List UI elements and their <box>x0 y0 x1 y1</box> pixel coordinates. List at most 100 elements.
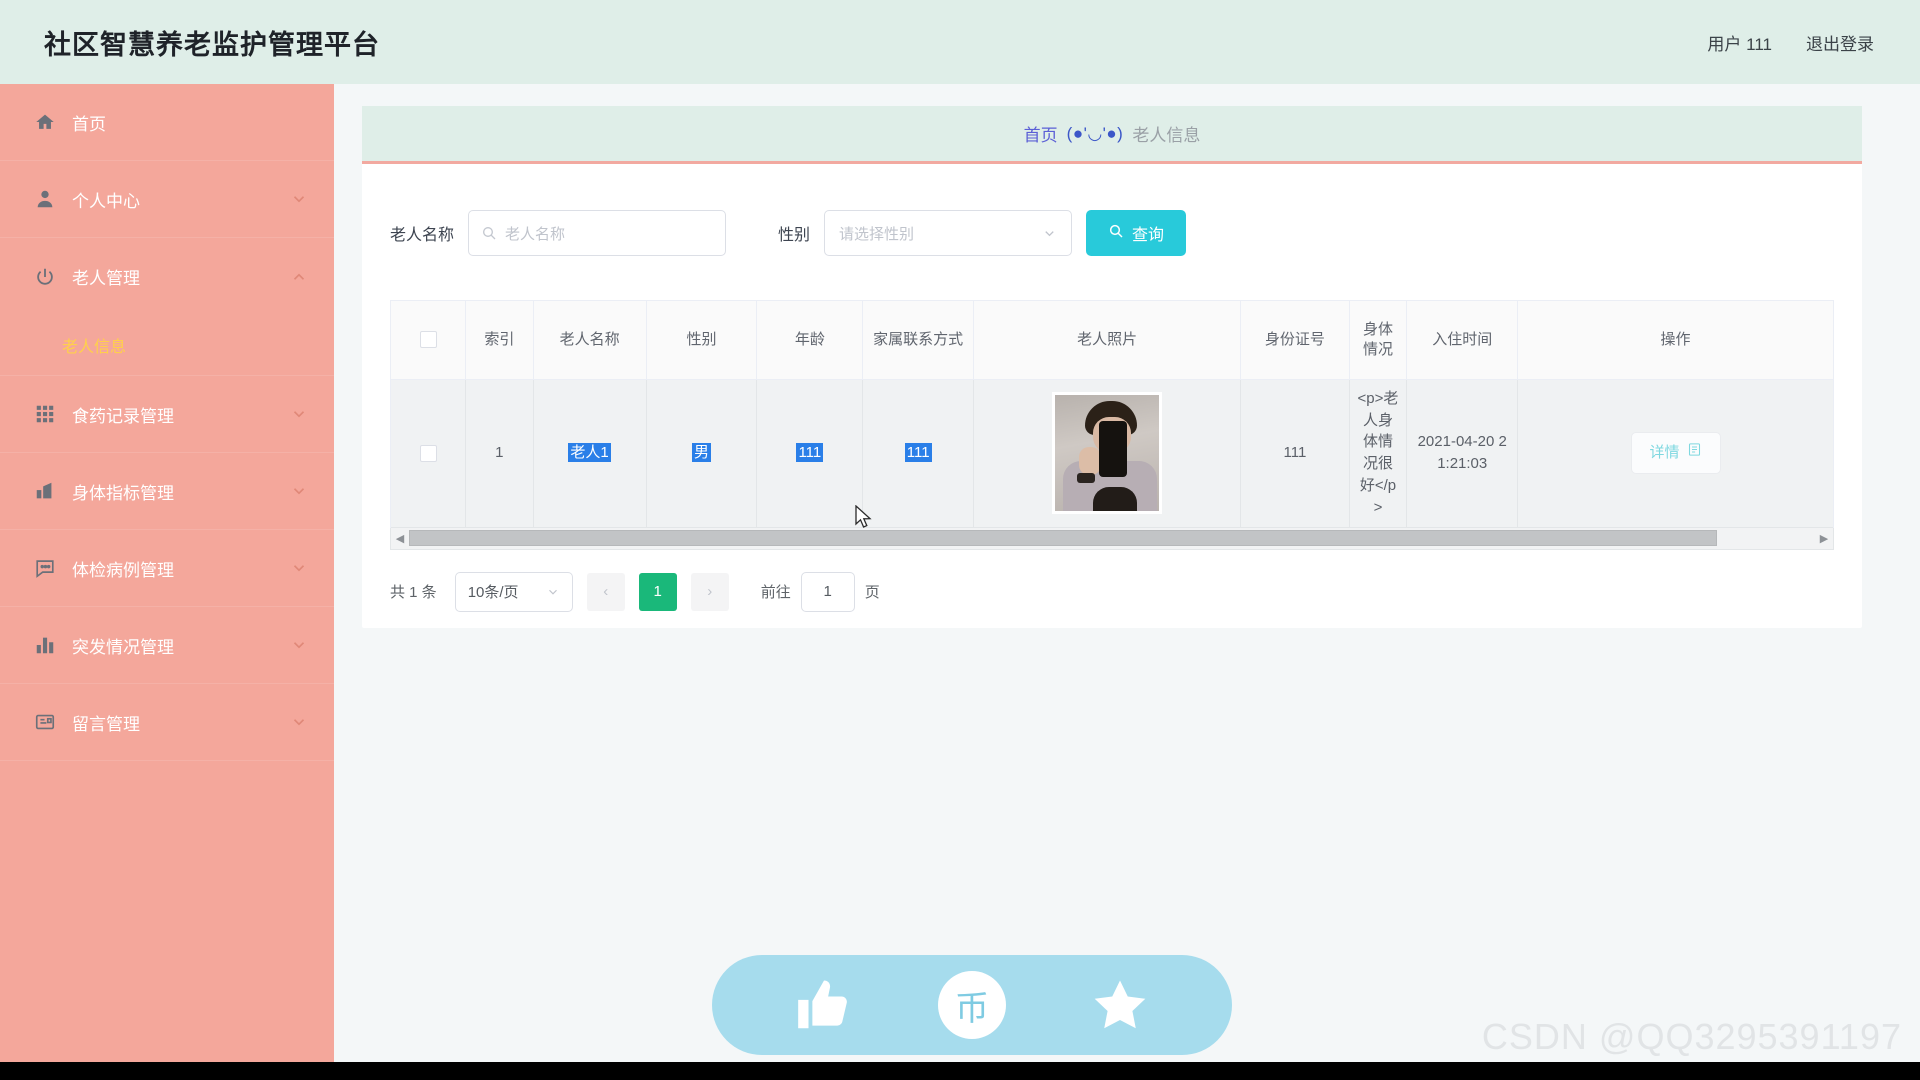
sidebar-item-label: 食药记录管理 <box>72 406 174 426</box>
cell-name: 老人1 <box>533 379 647 528</box>
comment-icon <box>34 557 56 579</box>
sidebar-item-label: 老人管理 <box>72 269 140 288</box>
detail-button-label: 详情 <box>1649 444 1680 462</box>
watermark: CSDN @QQ3295391197 <box>1481 1016 1902 1057</box>
breadcrumb-home-link[interactable]: 首页 <box>1024 121 1058 146</box>
thumbs-up-icon[interactable] <box>793 974 855 1036</box>
star-icon[interactable] <box>1089 974 1151 1036</box>
table-header-index: 索引 <box>465 301 534 380</box>
current-user-label[interactable]: 用户 111 <box>1707 30 1772 55</box>
cell-id-number: 111 <box>1240 379 1350 528</box>
sidebar-item-home[interactable]: 首页 <box>0 84 334 161</box>
sidebar-item-body-metrics[interactable]: 身体指标管理 <box>0 453 334 530</box>
select-all-checkbox[interactable] <box>419 331 437 349</box>
breadcrumb-current: 老人信息 <box>1132 126 1201 145</box>
chevron-down-icon <box>546 585 560 599</box>
search-icon <box>1108 223 1124 244</box>
cell-age-text: 111 <box>796 443 824 463</box>
next-page-button[interactable]: › <box>690 572 729 611</box>
search-icon <box>481 225 497 241</box>
total-count-label: 共 1 条 <box>390 584 437 601</box>
search-filter-bar: 老人名称 老人名称 性别 请选择性别 查询 <box>362 164 1862 256</box>
app-screen: 社区智慧养老监护管理平台 用户 111 退出登录 首页 个人中心 老人管理 老人… <box>0 0 1920 1080</box>
scroll-left-arrow[interactable]: ◀ <box>391 532 409 545</box>
row-checkbox[interactable] <box>419 444 437 462</box>
chevron-up-icon <box>290 268 308 286</box>
sidebar-item-food-drug-records[interactable]: 食药记录管理 <box>0 376 334 453</box>
elder-name-label: 老人名称 <box>390 227 455 244</box>
table-header-photo: 老人照片 <box>973 301 1242 380</box>
page-number-1[interactable]: 1 <box>638 572 677 611</box>
app-title: 社区智慧养老监护管理平台 <box>44 29 380 60</box>
sidebar-group-elder-management: 老人管理 老人信息 <box>0 238 334 376</box>
header-right-group: 用户 111 退出登录 <box>1707 30 1874 55</box>
page-size-select[interactable]: 10条/页 <box>454 571 573 612</box>
chevron-down-icon <box>1042 226 1057 241</box>
coin-label: 币 <box>954 989 989 1028</box>
sidebar-item-personal-center[interactable]: 个人中心 <box>0 161 334 238</box>
scroll-right-arrow[interactable]: ▶ <box>1815 532 1833 545</box>
sidebar-item-label: 身体指标管理 <box>72 483 174 503</box>
coin-icon[interactable]: 币 <box>937 971 1006 1039</box>
jump-unit-label: 页 <box>864 584 880 601</box>
message-icon <box>34 711 56 733</box>
cell-gender-text: 男 <box>692 443 712 463</box>
scrollbar-thumb[interactable] <box>409 530 1717 546</box>
gender-label: 性别 <box>778 227 811 244</box>
gender-select[interactable]: 请选择性别 <box>824 210 1073 256</box>
breadcrumb-separator-emoticon: (●'◡'●) <box>1066 123 1124 143</box>
table-horizontal-scrollbar[interactable]: ◀ ▶ <box>390 527 1834 550</box>
sidebar-item-label: 留言管理 <box>72 714 140 734</box>
chevron-down-icon <box>290 405 308 423</box>
elder-name-input[interactable]: 老人名称 <box>468 210 727 256</box>
table-header-name: 老人名称 <box>533 301 647 380</box>
screen-bottom-letterbox <box>0 1062 1920 1080</box>
page-size-value: 10条/页 <box>467 584 519 601</box>
jump-label: 前往 <box>760 584 791 601</box>
document-icon <box>1687 442 1702 464</box>
cell-family-contact: 111 <box>862 379 975 528</box>
detail-button[interactable]: 详情 <box>1630 432 1721 474</box>
table-row: 1 老人1 男 111 111 111 <p>老人身体情况很好</p> 2021… <box>391 379 1833 528</box>
table-header-row: 索引 老人名称 性别 年龄 家属联系方式 老人照片 身份证号 身体情况 入住时间… <box>391 301 1833 380</box>
cell-index: 1 <box>465 379 534 528</box>
cell-checkin-time: 2021-04-20 21:21:03 <box>1406 379 1519 528</box>
sidebar-item-elder-management[interactable]: 老人管理 <box>0 238 334 315</box>
logout-button[interactable]: 退出登录 <box>1806 30 1874 55</box>
elder-photo[interactable] <box>1052 392 1163 514</box>
chevron-down-icon <box>290 636 308 654</box>
query-button[interactable]: 查询 <box>1086 210 1187 256</box>
elder-table: 索引 老人名称 性别 年龄 家属联系方式 老人照片 身份证号 身体情况 入住时间… <box>391 301 1833 528</box>
cell-family-contact-text: 111 <box>904 443 932 463</box>
sidebar-item-emergency-events[interactable]: 突发情况管理 <box>0 607 334 684</box>
table-header-action: 操作 <box>1517 301 1833 380</box>
power-icon <box>34 266 56 288</box>
sidebar-subitem-label: 老人信息 <box>62 339 127 356</box>
scrollbar-track[interactable] <box>409 530 1815 546</box>
sidebar-item-label: 体检病例管理 <box>72 560 174 580</box>
chevron-down-icon <box>290 713 308 731</box>
chart-up-icon <box>34 480 56 502</box>
prev-page-button[interactable]: ‹ <box>586 572 625 611</box>
sidebar-subitem-elder-info[interactable]: 老人信息 <box>0 315 334 375</box>
main-content: 首页 (●'◡'●) 老人信息 老人名称 老人名称 性别 请选择性别 查询 索引… <box>334 84 1920 1080</box>
gender-placeholder: 请选择性别 <box>839 225 915 243</box>
sidebar-item-medical-cases[interactable]: 体检病例管理 <box>0 530 334 607</box>
chevron-down-icon <box>290 190 308 208</box>
sidebar-item-label: 首页 <box>72 114 106 134</box>
table-header-health: 身体情况 <box>1349 301 1408 380</box>
top-header-bar: 社区智慧养老监护管理平台 用户 111 退出登录 <box>0 0 1920 84</box>
sidebar-item-messages[interactable]: 留言管理 <box>0 684 334 761</box>
jump-page-input[interactable]: 1 <box>800 571 855 612</box>
bar-chart-icon <box>34 634 56 656</box>
table-header-id-number: 身份证号 <box>1240 301 1350 380</box>
table-header-family-contact: 家属联系方式 <box>862 301 975 380</box>
sidebar-nav: 首页 个人中心 老人管理 老人信息 食药记录管理 身体指标管理 体检病例管理 突… <box>0 84 334 1080</box>
table-header-gender: 性别 <box>646 301 758 380</box>
elder-name-placeholder: 老人名称 <box>505 225 566 243</box>
breadcrumb: 首页 (●'◡'●) 老人信息 <box>362 106 1862 164</box>
table-header-checkin-time: 入住时间 <box>1406 301 1519 380</box>
cell-action: 详情 <box>1517 379 1833 528</box>
grid-icon <box>34 403 56 425</box>
sidebar-item-label: 突发情况管理 <box>72 637 174 657</box>
